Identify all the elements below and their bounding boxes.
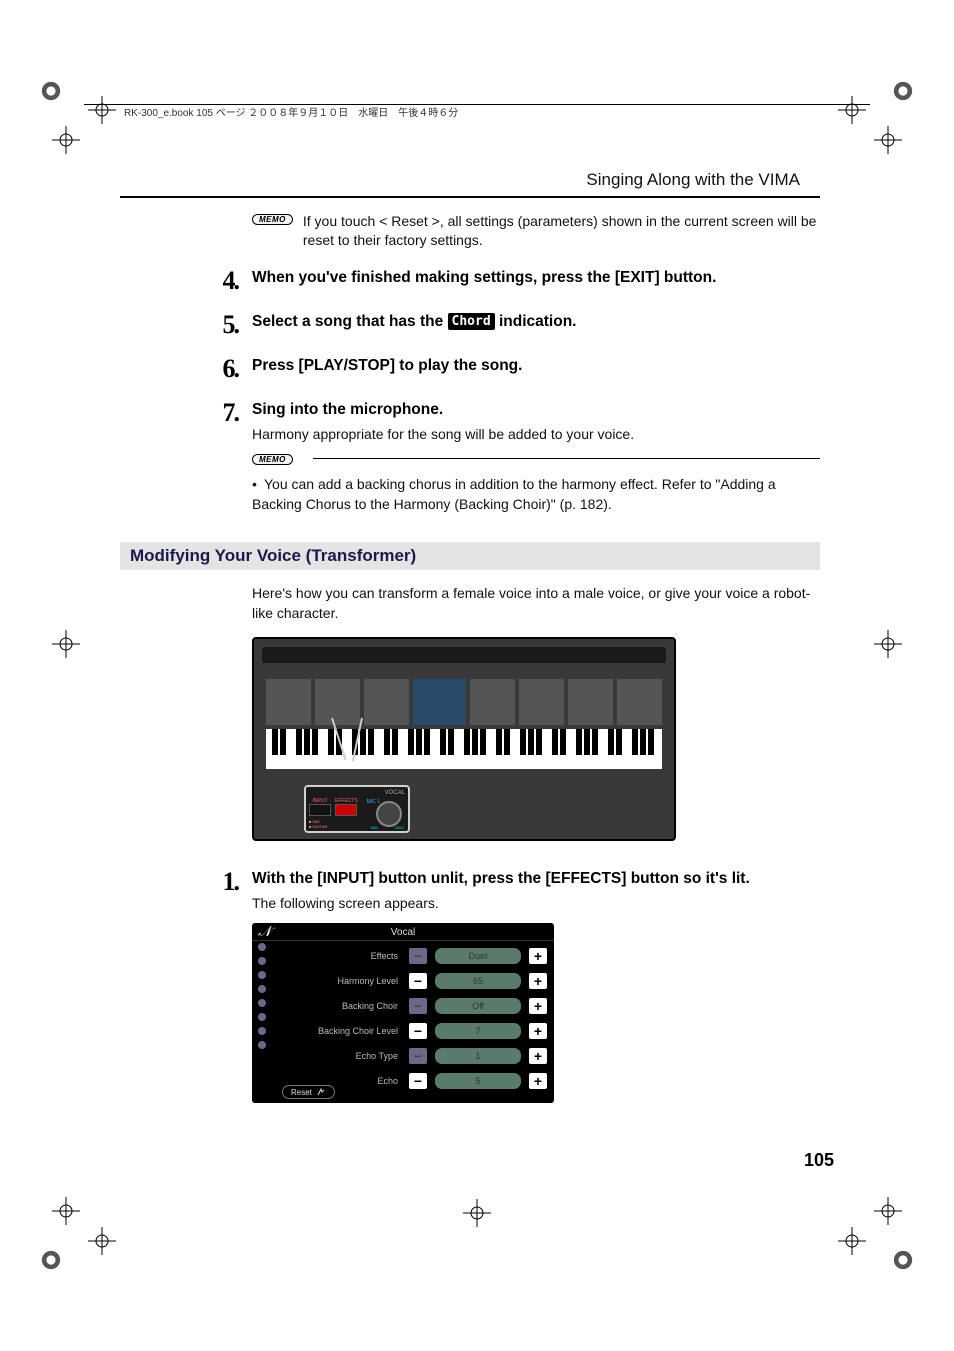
crosshair-br2 xyxy=(874,1197,902,1225)
left-dots xyxy=(252,937,272,1103)
max-label: MAX xyxy=(395,825,404,830)
reset-label: Reset xyxy=(291,1088,312,1097)
mic-knob xyxy=(376,801,402,827)
mic1-label: MIC 1 xyxy=(367,799,380,805)
step-7: 7. Sing into the microphone. Harmony app… xyxy=(204,400,820,442)
reg-mark-br xyxy=(892,1249,914,1271)
memo-badge-2: MEMO xyxy=(252,454,293,465)
step-b1: 1. With the [INPUT] button unlit, press … xyxy=(204,869,820,911)
reg-mark-tl xyxy=(40,80,62,102)
chord-badge: Chord xyxy=(448,313,495,330)
minus-button[interactable]: − xyxy=(408,1022,428,1040)
crosshair-left xyxy=(52,126,80,154)
step-num-7: 7. xyxy=(204,400,238,426)
reg-mark-tr xyxy=(892,80,914,102)
plus-button[interactable]: + xyxy=(528,1047,548,1065)
section-title: Singing Along with the VIMA xyxy=(120,170,820,198)
step-b1-desc: The following screen appears. xyxy=(252,895,820,911)
step-7-desc: Harmony appropriate for the song will be… xyxy=(252,426,820,442)
vocal-row: Effects−Duet + xyxy=(276,945,548,967)
step-5-pre: Select a song that has the xyxy=(252,313,448,330)
min-label: MIN xyxy=(371,825,378,830)
vocal-label: VOCAL xyxy=(309,790,405,796)
top-rule-line: RK-300_e.book 105 ページ ２００８年９月１０日 水曜日 午後４… xyxy=(84,104,870,118)
crosshair-bottom-center xyxy=(463,1199,491,1227)
step-5-title: Select a song that has the Chord indicat… xyxy=(252,312,820,332)
reg-mark-bl xyxy=(40,1249,62,1271)
vocal-row-value[interactable]: Off xyxy=(434,997,522,1015)
vocal-row: Backing Choir Level−7 + xyxy=(276,1020,548,1042)
memo-2-text: You can add a backing chorus in addition… xyxy=(252,476,776,512)
memo-2-bullet: •You can add a backing chorus in additio… xyxy=(252,475,820,514)
plus-button[interactable]: + xyxy=(528,972,548,990)
vocal-row-label: Backing Choir xyxy=(276,1001,402,1011)
crosshair-br xyxy=(838,1227,866,1255)
vocal-row: Harmony Level−65 + xyxy=(276,970,548,992)
memo-rule-line xyxy=(313,458,820,459)
vocal-row-value[interactable]: Duet xyxy=(434,947,522,965)
step-6: 6. Press [PLAY/STOP] to play the song. xyxy=(204,356,820,382)
vocal-zoom-callout: VOCAL MIC 1 INPUT EFFECTS ■ MIC ■ GUITAR xyxy=(304,785,410,833)
guitar-label: GUITAR xyxy=(313,824,328,829)
vocal-row-label: Effects xyxy=(276,951,402,961)
input-button xyxy=(309,804,331,816)
keyboard-figure: Roland xyxy=(252,637,676,841)
piano-keys xyxy=(266,729,662,769)
minus-button[interactable]: − xyxy=(408,972,428,990)
page-number: 105 xyxy=(804,1150,834,1171)
transformer-description: Here's how you can transform a female vo… xyxy=(252,584,820,623)
vocal-settings-screen: 𝒩 Vocal Effects−Duet+Harmony Level−65+Ba… xyxy=(252,923,554,1103)
crosshair-bl xyxy=(88,1227,116,1255)
step-4-title: When you've finished making settings, pr… xyxy=(252,268,820,288)
step-6-title: Press [PLAY/STOP] to play the song. xyxy=(252,356,820,376)
vocal-screen-title: Vocal xyxy=(252,923,554,941)
step-num-4: 4. xyxy=(204,268,238,294)
crosshair-bl2 xyxy=(52,1197,80,1225)
plus-button[interactable]: + xyxy=(528,947,548,965)
memo-text-1: If you touch < Reset >, all settings (pa… xyxy=(303,212,820,250)
vocal-row-label: Backing Choir Level xyxy=(276,1026,402,1036)
step-num-5: 5. xyxy=(204,312,238,338)
plus-button[interactable]: + xyxy=(528,997,548,1015)
reset-button[interactable]: Reset xyxy=(282,1085,335,1099)
vocal-row-value[interactable]: 7 xyxy=(434,1022,522,1040)
step-5: 5. Select a song that has the Chord indi… xyxy=(204,312,820,338)
subheading-transformer: Modifying Your Voice (Transformer) xyxy=(120,542,820,570)
minus-button[interactable]: − xyxy=(408,947,428,965)
touch-icon xyxy=(316,1087,326,1097)
minus-button[interactable]: − xyxy=(408,1072,428,1090)
effects-button xyxy=(335,804,357,816)
file-info: RK-300_e.book 105 ページ ２００８年９月１０日 水曜日 午後４… xyxy=(124,104,870,119)
plus-button[interactable]: + xyxy=(528,1072,548,1090)
vocal-row-value[interactable]: 1 xyxy=(434,1047,522,1065)
crosshair-mid-r xyxy=(874,630,902,658)
vocal-row-value[interactable]: 5 xyxy=(434,1072,522,1090)
vocal-row: Backing Choir−Off + xyxy=(276,995,548,1017)
step-b1-title: With the [INPUT] button unlit, press the… xyxy=(252,869,820,889)
vocal-row-label: Harmony Level xyxy=(276,976,402,986)
minus-button[interactable]: − xyxy=(408,997,428,1015)
vocal-row-value[interactable]: 65 xyxy=(434,972,522,990)
vocal-row-label: Echo Type xyxy=(276,1051,402,1061)
memo-badge-1: MEMO xyxy=(252,214,293,225)
plus-button[interactable]: + xyxy=(528,1022,548,1040)
step-7-title: Sing into the microphone. xyxy=(252,400,820,420)
step-5-post: indication. xyxy=(499,313,577,330)
crosshair-right xyxy=(874,126,902,154)
step-b1-num: 1. xyxy=(204,869,238,895)
step-num-6: 6. xyxy=(204,356,238,382)
vocal-row: Echo Type−1 + xyxy=(276,1045,548,1067)
crosshair-mid-l xyxy=(52,630,80,658)
minus-button[interactable]: − xyxy=(408,1047,428,1065)
step-4: 4. When you've finished making settings,… xyxy=(204,268,820,294)
